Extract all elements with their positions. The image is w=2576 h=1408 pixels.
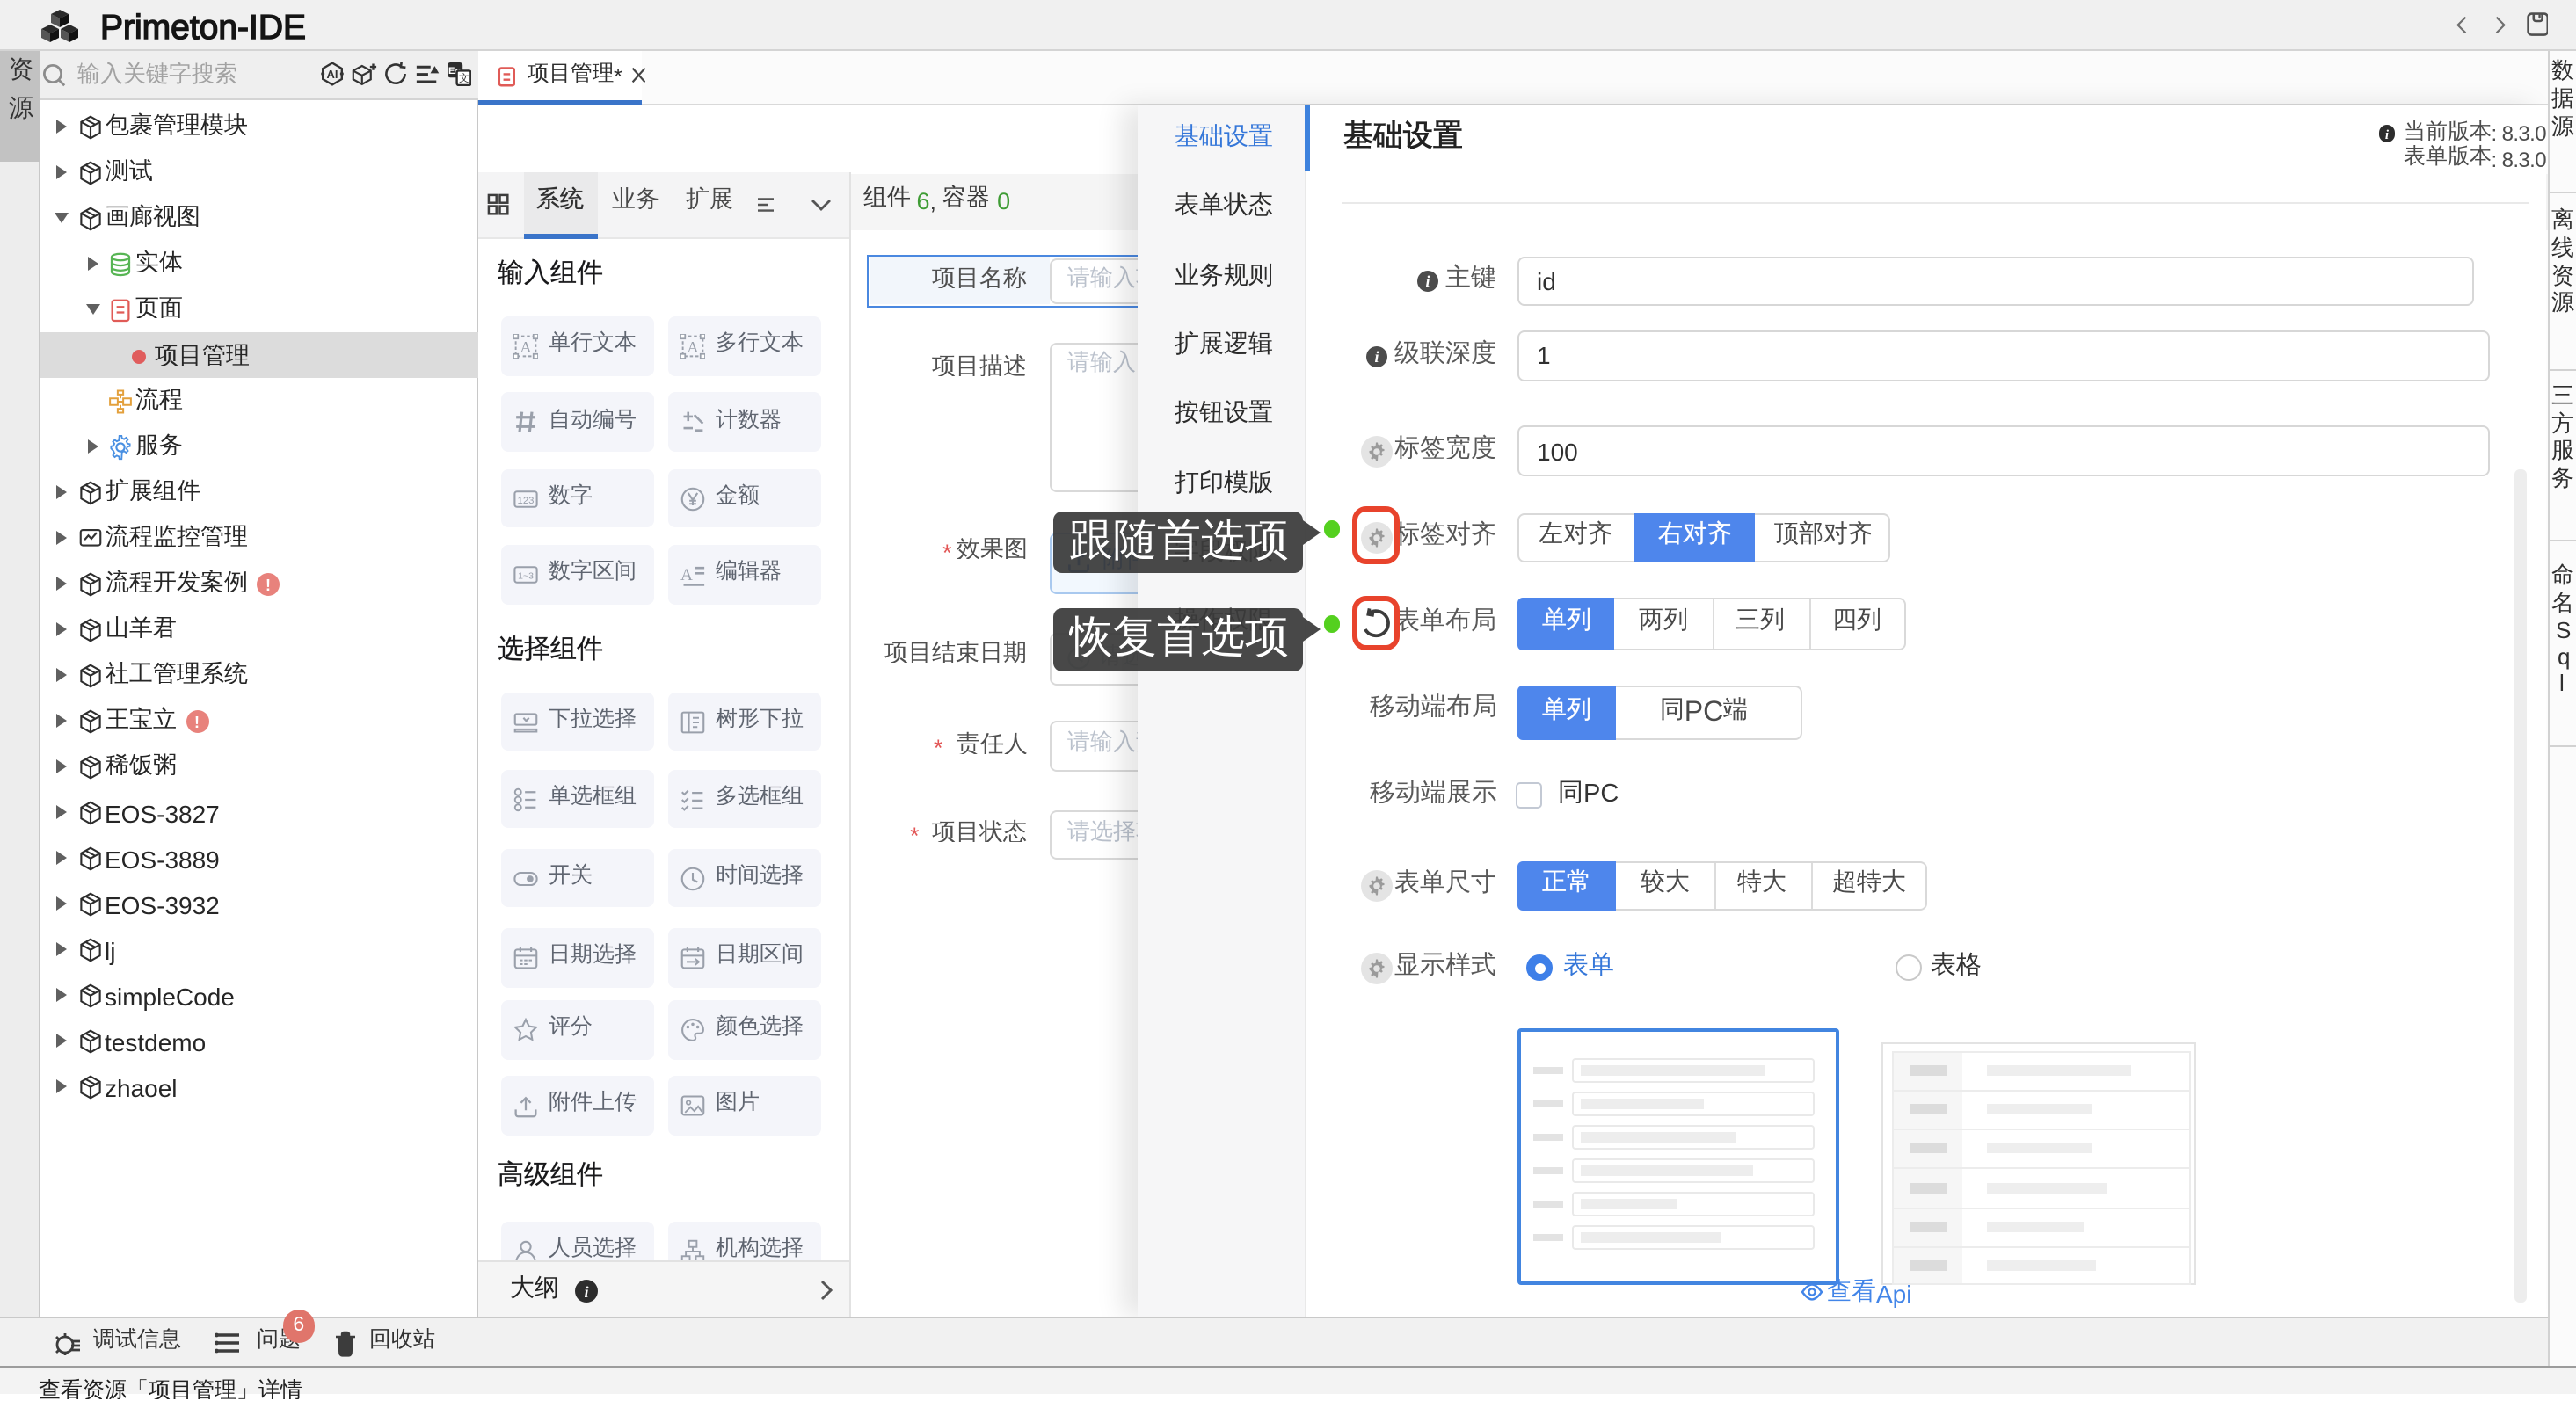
svg-text:AI: AI (327, 68, 338, 81)
svg-text:A: A (680, 567, 692, 585)
svg-text:A: A (520, 338, 532, 356)
svg-text:1~3: 1~3 (517, 571, 533, 582)
svg-text:123: 123 (517, 495, 534, 505)
svg-text:A: A (687, 338, 699, 356)
